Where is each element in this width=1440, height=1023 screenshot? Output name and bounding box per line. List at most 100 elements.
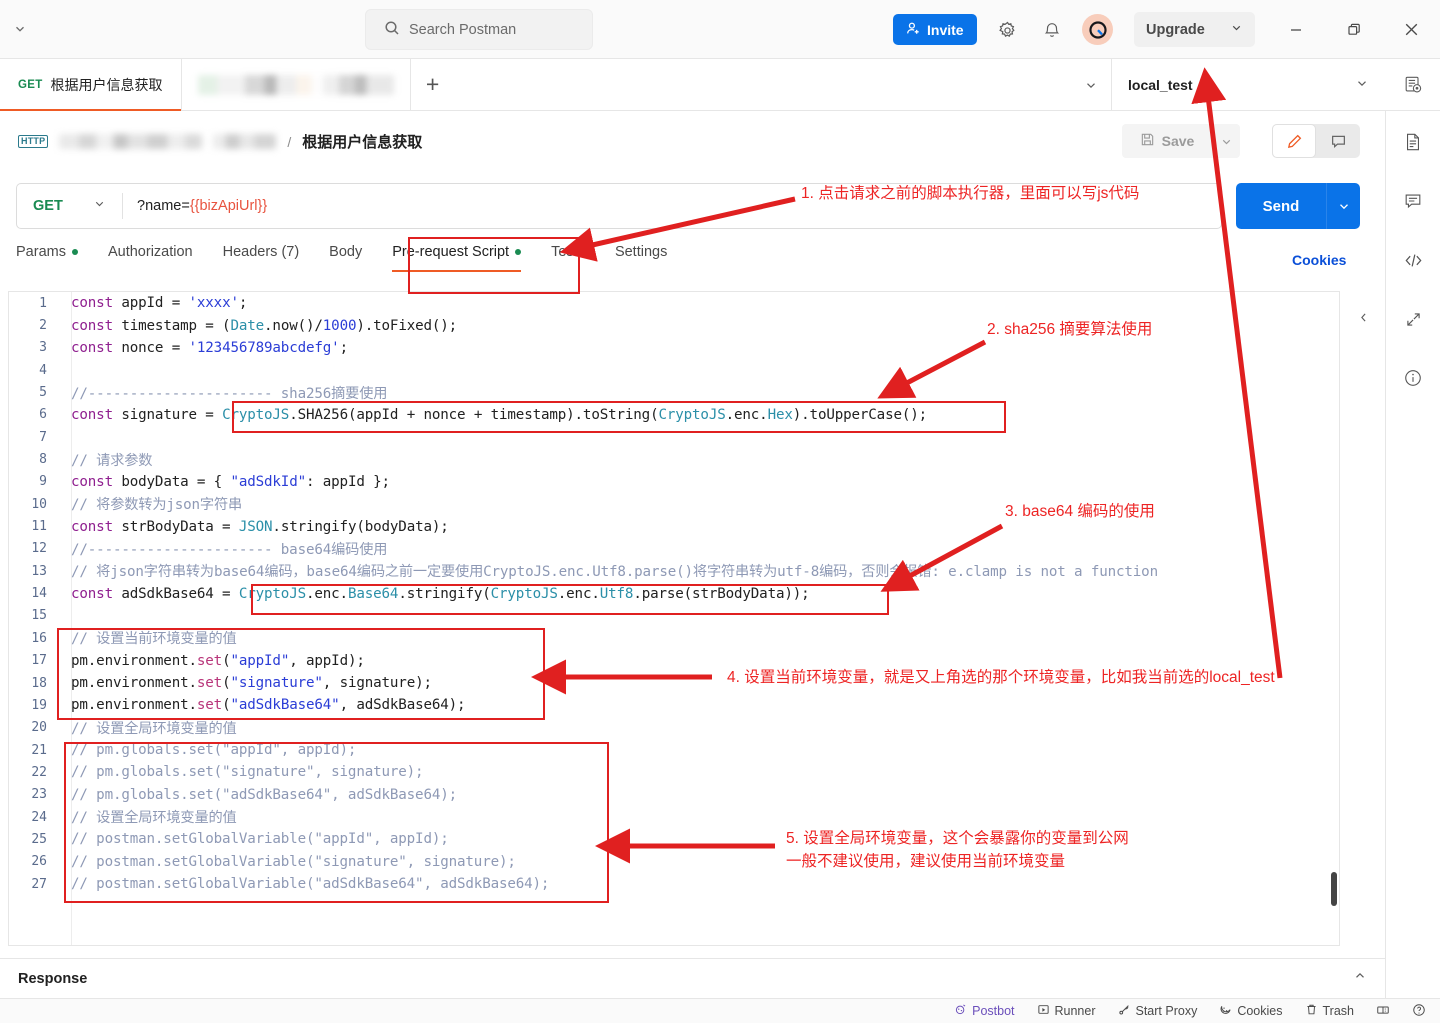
code-line[interactable]: 11 const strBodyData = JSON.stringify(bod… <box>9 515 1339 537</box>
tab-list-chevron-icon[interactable] <box>1071 59 1111 110</box>
sidebar-collapse-chevron-icon[interactable] <box>0 22 40 36</box>
line-code[interactable] <box>59 362 79 378</box>
cookies-link[interactable]: Cookies <box>1292 252 1346 268</box>
line-code[interactable]: // pm.globals.set("appId", appId); <box>59 742 356 758</box>
bell-icon[interactable] <box>1038 16 1066 44</box>
line-code[interactable] <box>59 429 79 445</box>
send-options-chevron-icon[interactable] <box>1326 183 1360 229</box>
code-line[interactable]: 24 // 设置全局环境变量的值 <box>9 806 1339 828</box>
tab-pre-request-script[interactable]: Pre-request Script <box>392 240 537 276</box>
line-code[interactable]: const timestamp = (Date.now()/1000).toFi… <box>59 318 457 334</box>
tab-body[interactable]: Body <box>329 240 378 276</box>
code-line[interactable]: 27 // postman.setGlobalVariable("adSdkBas… <box>9 873 1339 895</box>
line-code[interactable]: pm.environment.set("signature", signatur… <box>59 675 432 691</box>
code-line[interactable]: 19 pm.environment.set("adSdkBase64", adSd… <box>9 694 1339 716</box>
line-code[interactable]: // postman.setGlobalVariable("signature"… <box>59 854 516 870</box>
code-line[interactable]: 2 const timestamp = (Date.now()/1000).toF… <box>9 314 1339 336</box>
line-code[interactable]: const adSdkBase64 = CryptoJS.enc.Base64.… <box>59 586 810 602</box>
code-line[interactable]: 4 <box>9 359 1339 381</box>
code-line[interactable]: 13 // 将json字符串转为base64编码，base64编码之前一定要使用C… <box>9 560 1339 582</box>
line-code[interactable]: const signature = CryptoJS.SHA256(appId … <box>59 407 927 423</box>
code-line[interactable]: 15 <box>9 605 1339 627</box>
tab-headers[interactable]: Headers (7) <box>223 240 316 276</box>
status-layout-button[interactable] <box>1376 1003 1390 1020</box>
breadcrumb-collection-blurred[interactable] <box>59 134 203 149</box>
editor-collapse-chevron-icon[interactable] <box>1352 306 1374 328</box>
upgrade-button[interactable]: Upgrade <box>1134 12 1255 47</box>
search-input[interactable]: Search Postman <box>365 9 593 50</box>
code-line[interactable]: 20 // 设置全局环境变量的值 <box>9 717 1339 739</box>
line-code[interactable]: // postman.setGlobalVariable("appId", ap… <box>59 831 449 847</box>
line-code[interactable]: // 设置当前环境变量的值 <box>59 628 237 648</box>
line-code[interactable]: // 将参数转为json字符串 <box>59 494 242 514</box>
line-code[interactable] <box>59 608 79 624</box>
code-line[interactable]: 22 // pm.globals.set("signature", signatu… <box>9 761 1339 783</box>
line-code[interactable]: // 设置全局环境变量的值 <box>59 718 237 738</box>
code-line[interactable]: 9 const bodyData = { "adSdkId": appId }; <box>9 471 1339 493</box>
line-code[interactable]: //---------------------- sha256摘要使用 <box>59 383 387 403</box>
environment-quick-look-icon[interactable] <box>1385 59 1440 110</box>
line-code[interactable]: const nonce = '123456789abcdefg'; <box>59 340 348 356</box>
line-code[interactable]: const bodyData = { "adSdkId": appId }; <box>59 474 390 490</box>
line-code[interactable]: // postman.setGlobalVariable("adSdkBase6… <box>59 876 549 892</box>
status-trash-button[interactable]: Trash <box>1305 1003 1354 1019</box>
code-line[interactable]: 25 // postman.setGlobalVariable("appId", … <box>9 828 1339 850</box>
line-code[interactable]: // 将json字符串转为base64编码，base64编码之前一定要使用Cry… <box>59 561 1158 581</box>
response-collapse-chevron-icon[interactable] <box>1353 969 1367 988</box>
breadcrumb-folder-blurred[interactable] <box>213 134 277 149</box>
invite-button[interactable]: Invite <box>893 14 977 45</box>
code-line[interactable]: 12 //---------------------- base64编码使用 <box>9 538 1339 560</box>
code-line[interactable]: 17 pm.environment.set("appId", appId); <box>9 650 1339 672</box>
code-line[interactable]: 7 <box>9 426 1339 448</box>
line-code[interactable]: pm.environment.set("adSdkBase64", adSdkB… <box>59 697 466 713</box>
gear-icon[interactable] <box>993 16 1021 44</box>
line-code[interactable]: // pm.globals.set("adSdkBase64", adSdkBa… <box>59 787 457 803</box>
line-code[interactable]: // 设置全局环境变量的值 <box>59 807 237 827</box>
line-code[interactable]: pm.environment.set("appId", appId); <box>59 653 365 669</box>
status-cookies-button[interactable]: Cookies <box>1219 1003 1283 1019</box>
code-line[interactable]: 6 const signature = CryptoJS.SHA256(appId… <box>9 404 1339 426</box>
code-line[interactable]: 18 pm.environment.set("signature", signat… <box>9 672 1339 694</box>
url-input[interactable]: ?name={{bizApiUrl}} <box>123 198 1221 214</box>
code-line[interactable]: 8 // 请求参数 <box>9 448 1339 470</box>
line-code[interactable]: // 请求参数 <box>59 450 152 470</box>
status-runner-button[interactable]: Runner <box>1037 1003 1096 1019</box>
code-line[interactable]: 10 // 将参数转为json字符串 <box>9 493 1339 515</box>
method-selector[interactable]: GET <box>17 184 122 228</box>
send-button[interactable]: Send <box>1236 183 1326 229</box>
line-code[interactable]: const appId = 'xxxx'; <box>59 295 247 311</box>
code-line[interactable]: 3 const nonce = '123456789abcdefg'; <box>9 337 1339 359</box>
line-code[interactable]: //---------------------- base64编码使用 <box>59 539 387 559</box>
code-line[interactable]: 26 // postman.setGlobalVariable("signatur… <box>9 851 1339 873</box>
info-icon[interactable] <box>1398 363 1428 393</box>
request-tab-active[interactable]: GET 根据用户信息获取 <box>0 59 182 111</box>
environment-selector[interactable]: local_test <box>1111 59 1385 110</box>
close-button[interactable] <box>1394 14 1428 45</box>
documentation-icon[interactable] <box>1398 127 1428 157</box>
request-tab-blurred[interactable] <box>182 59 411 110</box>
tab-params[interactable]: Params <box>16 240 94 276</box>
tab-tests[interactable]: Tests <box>551 240 601 276</box>
status-start-proxy-button[interactable]: Start Proxy <box>1118 1003 1197 1019</box>
tab-authorization[interactable]: Authorization <box>108 240 209 276</box>
expand-arrows-icon[interactable] <box>1398 304 1428 334</box>
code-line[interactable]: 5 //---------------------- sha256摘要使用 <box>9 381 1339 403</box>
code-snippet-icon[interactable] <box>1398 245 1428 275</box>
save-options-chevron-icon[interactable] <box>1212 124 1240 158</box>
comment-mode-button[interactable] <box>1316 124 1360 158</box>
code-line[interactable]: 23 // pm.globals.set("adSdkBase64", adSdk… <box>9 784 1339 806</box>
line-code[interactable]: // pm.globals.set("signature", signature… <box>59 764 424 780</box>
status-help-button[interactable] <box>1412 1003 1426 1020</box>
minimize-button[interactable] <box>1279 14 1313 45</box>
pre-request-script-editor[interactable]: 1 const appId = 'xxxx'; 2 const timestamp =… <box>8 291 1340 946</box>
code-line[interactable]: 14 const adSdkBase64 = CryptoJS.enc.Base6… <box>9 582 1339 604</box>
code-line[interactable]: 1 const appId = 'xxxx'; <box>9 292 1339 314</box>
edit-mode-button[interactable] <box>1272 124 1316 158</box>
tab-settings[interactable]: Settings <box>615 240 683 276</box>
status-postbot-button[interactable]: Postbot <box>954 1003 1015 1019</box>
code-line[interactable]: 16 // 设置当前环境变量的值 <box>9 627 1339 649</box>
maximize-button[interactable] <box>1337 14 1371 45</box>
avatar[interactable] <box>1082 14 1113 45</box>
line-code[interactable]: const strBodyData = JSON.stringify(bodyD… <box>59 519 449 535</box>
code-line[interactable]: 21 // pm.globals.set("appId", appId); <box>9 739 1339 761</box>
